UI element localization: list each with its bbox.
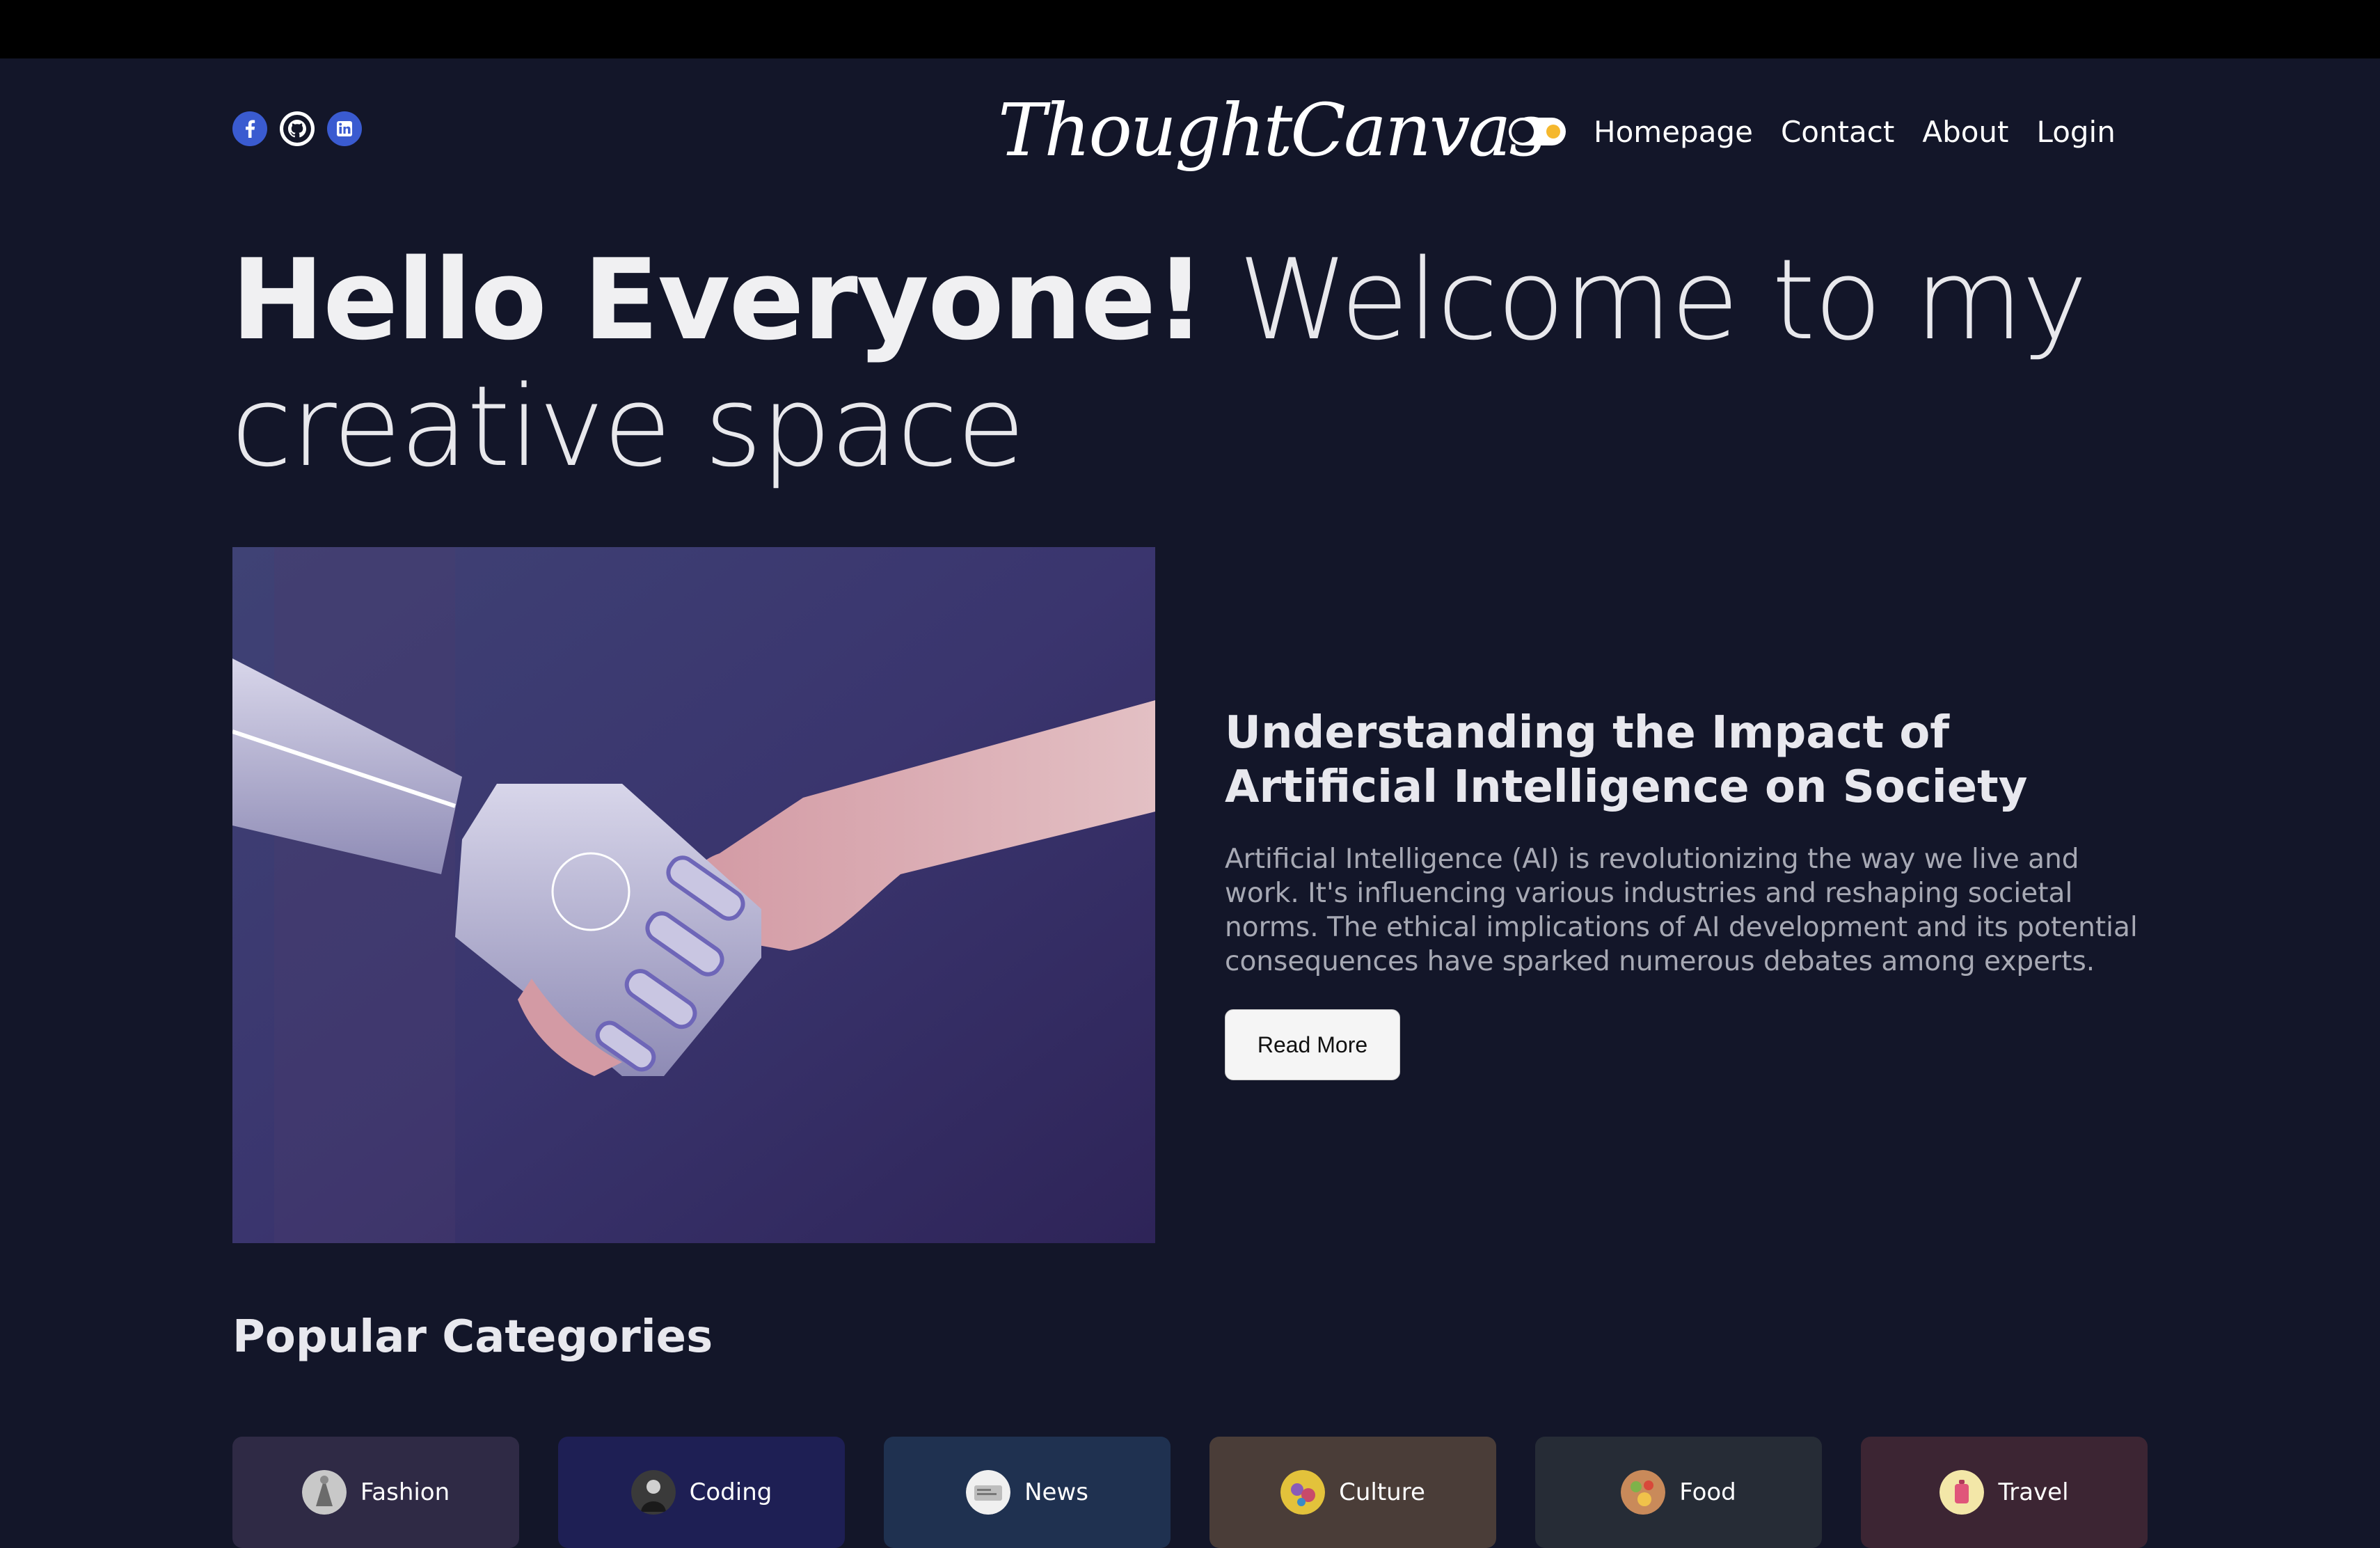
featured-post-image[interactable] [232,547,1155,1243]
site-logo[interactable]: ThoughtCanvas [998,88,1546,173]
category-fashion[interactable]: Fashion [232,1437,519,1548]
category-food[interactable]: Food [1535,1437,1822,1548]
featured-post-title[interactable]: Understanding the Impact of Artificial I… [1225,706,2150,814]
read-more-button[interactable]: Read More [1225,1009,1400,1080]
category-label: Food [1679,1478,1736,1506]
popular-categories-title: Popular Categories [232,1311,713,1363]
category-news[interactable]: News [884,1437,1171,1548]
main-nav: Homepage Contact About Login [1509,109,2116,155]
browser-top-bar [0,0,2380,58]
coding-avatar-icon [630,1470,676,1515]
culture-avatar-icon [1280,1470,1326,1515]
featured-post: Understanding the Impact of Artificial I… [1225,706,2150,1080]
featured-post-description: Artificial Intelligence (AI) is revoluti… [1225,844,2138,977]
category-label: Travel [1998,1478,2069,1506]
news-avatar-icon [966,1470,1011,1515]
nav-about[interactable]: About [1922,115,2008,149]
nav-login[interactable]: Login [2037,115,2116,149]
theme-toggle[interactable] [1509,118,1566,145]
github-icon[interactable] [280,111,315,146]
travel-avatar-icon [1939,1470,1985,1515]
category-travel[interactable]: Travel [1861,1437,2148,1548]
category-culture[interactable]: Culture [1209,1437,1496,1548]
fashion-avatar-icon [301,1470,347,1515]
social-links [232,111,362,146]
linkedin-icon[interactable] [327,111,362,146]
food-avatar-icon [1621,1470,1666,1515]
nav-homepage[interactable]: Homepage [1594,115,1753,149]
nav-contact[interactable]: Contact [1781,115,1894,149]
hero-bold-text: Hello Everyone! [231,235,1205,365]
sun-icon [1546,125,1560,139]
toggle-knob [1512,120,1534,143]
category-label: News [1024,1478,1088,1506]
category-label: Coding [689,1478,772,1506]
category-label: Fashion [360,1478,450,1506]
category-coding[interactable]: Coding [558,1437,845,1548]
facebook-icon[interactable] [232,111,267,146]
hero-heading: Hello Everyone! Welcome to my creative s… [231,237,2152,490]
site-header: ThoughtCanvas Homepage Contact About Log… [232,84,2148,174]
category-list: Fashion Coding News Culture Food Travel [232,1437,2148,1548]
category-label: Culture [1339,1478,1425,1506]
